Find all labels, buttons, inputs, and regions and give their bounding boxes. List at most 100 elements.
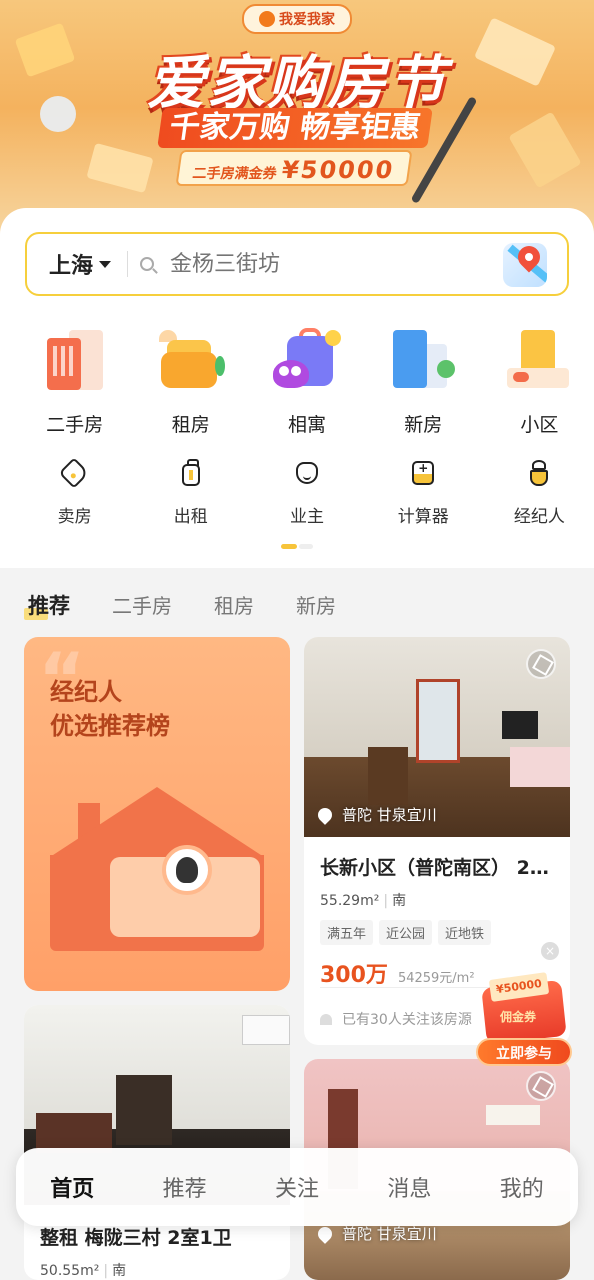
house-illustration [50, 787, 264, 951]
tool-agent[interactable]: 经纪人 [485, 458, 594, 527]
room-tv [502, 711, 538, 739]
listing-title: 整租 梅陇三村 2室1卫 [40, 1227, 232, 1249]
tab-recommend[interactable]: 推荐 [24, 590, 70, 620]
listing-orientation: 南 [392, 893, 407, 909]
location-text: 普陀 甘泉宜川 [342, 1225, 437, 1243]
location-pin-icon [315, 804, 335, 825]
tool-grid: 卖房 出租 业主 计算器 经纪人 [0, 457, 594, 527]
location-text: 普陀 甘泉宜川 [342, 806, 437, 824]
tool-owner[interactable]: 业主 [252, 458, 361, 527]
new-building-icon [389, 326, 457, 392]
listing-info: 整租 梅陇三村 2室1卫 50.55m² | 南 [40, 1223, 232, 1280]
page-indicator [281, 544, 313, 549]
search-bar: 上海 [25, 232, 569, 296]
listing-price: 300万 [320, 963, 388, 988]
confetti-decoration [86, 142, 154, 194]
nav-me[interactable]: 我的 [500, 1171, 544, 1203]
house-roof [50, 787, 264, 857]
room-wardrobe [116, 1075, 172, 1145]
banner-coupon: 二手房满金券 ¥50000 [175, 150, 413, 186]
city-selector[interactable]: 上海 [49, 248, 112, 280]
agent-icon [524, 458, 554, 488]
room-air-conditioner [242, 1015, 290, 1045]
location-pin-icon [315, 1223, 335, 1244]
close-icon[interactable]: × [541, 942, 559, 960]
page-dot [299, 544, 313, 549]
promo-title: 经纪人 优选推荐榜 [50, 675, 170, 743]
category-grid: 二手房 租房 相寓 新房 小区 [0, 326, 594, 437]
sofa-icon [157, 326, 225, 392]
listing-unit-price: 54259元/m² [397, 971, 475, 986]
vr-view-icon[interactable] [526, 649, 556, 679]
category-label: 租房 [171, 414, 210, 436]
agent-ranking-card[interactable]: “ 经纪人 优选推荐榜 [24, 637, 290, 991]
tool-calculator[interactable]: 计算器 [369, 458, 478, 527]
suitcase-icon [273, 326, 341, 392]
listing-area: 55.29m² [320, 893, 380, 909]
category-label: 相寓 [288, 414, 327, 436]
calculator-icon [408, 458, 438, 488]
follow-text: 已有30人关注该房源 [342, 1012, 472, 1028]
community-icon [505, 326, 573, 392]
promo-line-2: 优选推荐榜 [50, 712, 170, 740]
tab-second-hand[interactable]: 二手房 [112, 590, 172, 619]
category-community[interactable]: 小区 [485, 326, 594, 437]
floating-coupon[interactable]: × ¥50000 佣金券 立即参与 [476, 942, 572, 1068]
listing-title: 长新小区（普陀南区） 2室1厅 [320, 857, 560, 879]
listing-tag: 近地铁 [438, 920, 492, 945]
city-label: 上海 [49, 254, 94, 279]
listing-tags: 满五年 近公园 近地铁 [320, 920, 560, 945]
promo-banner[interactable]: 我爱我家 爱家购房节 千家万购 畅享钜惠 二手房满金券 ¥50000 [0, 0, 594, 240]
banner-subtitle: 千家万购 畅享钜惠 [157, 108, 433, 148]
tool-lease[interactable]: 出租 [136, 458, 245, 527]
nav-follow[interactable]: 关注 [275, 1171, 319, 1203]
listing-location: 普陀 甘泉宜川 [315, 804, 437, 825]
coupon-prefix: 二手房满金券 [191, 166, 278, 182]
search-input[interactable] [170, 251, 471, 277]
apartment-icon [41, 326, 109, 392]
caret-down-icon [99, 260, 112, 268]
tool-sell[interactable]: 卖房 [20, 457, 129, 527]
tag-icon [58, 457, 90, 489]
promo-line-1: 经纪人 [50, 678, 122, 706]
room-bed [510, 747, 570, 787]
brand-name: 我爱我家 [279, 12, 335, 28]
listing-meta: 50.55m² | 南 [40, 1263, 127, 1279]
coupon-amount: ¥50000 [280, 156, 397, 184]
category-second-hand[interactable]: 二手房 [20, 326, 129, 437]
category-xiangyu[interactable]: 相寓 [252, 326, 361, 437]
listing-location: 普陀 甘泉宜川 [315, 1223, 437, 1244]
tab-rent[interactable]: 租房 [214, 590, 254, 619]
tool-label: 计算器 [397, 507, 449, 527]
nav-messages[interactable]: 消息 [387, 1171, 431, 1203]
listing-meta: 55.29m² | 南 [320, 893, 407, 909]
follow-count: 已有30人关注该房源 [320, 1009, 472, 1029]
listing-card[interactable]: 整租 梅陇三村 2室1卫 50.55m² | 南 [24, 1005, 290, 1280]
nav-home[interactable]: 首页 [50, 1171, 94, 1203]
join-now-button[interactable]: 立即参与 [476, 1038, 572, 1066]
listing-orientation: 南 [112, 1263, 127, 1279]
coupon-name: 佣金券 [500, 1010, 537, 1024]
category-label: 二手房 [46, 414, 104, 436]
divider [127, 251, 129, 277]
category-rent[interactable]: 租房 [136, 326, 245, 437]
map-search-icon[interactable] [503, 243, 547, 287]
brand-logo-icon [259, 11, 275, 27]
category-label: 小区 [520, 414, 559, 436]
room-air-conditioner [486, 1105, 540, 1125]
page-dot-active [281, 544, 297, 549]
agent-avatar [162, 845, 212, 895]
room-furniture [368, 747, 408, 805]
heart-icon [320, 1013, 332, 1025]
room-bed [36, 1113, 112, 1153]
nav-recommend[interactable]: 推荐 [163, 1171, 207, 1203]
luggage-icon [176, 458, 206, 488]
tool-label: 出租 [173, 507, 208, 527]
tab-new-home[interactable]: 新房 [296, 590, 336, 619]
category-label: 新房 [404, 414, 443, 436]
brand-tag: 我爱我家 [242, 4, 352, 34]
listing-photo: 普陀 甘泉宜川 [304, 637, 570, 837]
vr-view-icon[interactable] [526, 1071, 556, 1101]
category-new-home[interactable]: 新房 [369, 326, 478, 437]
tool-label: 经纪人 [513, 507, 565, 527]
